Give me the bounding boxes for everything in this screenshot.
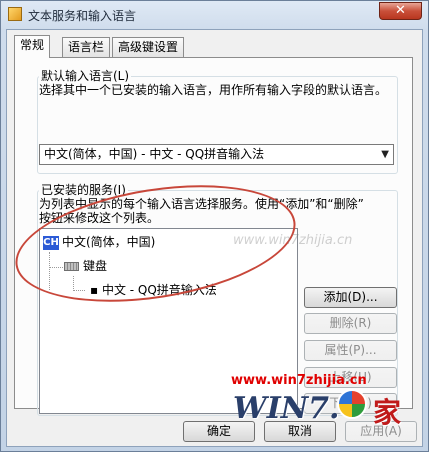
tree-item-keyboard[interactable]: 键盘 — [64, 258, 107, 274]
default-language-selected: 中文(简体，中国) - 中文 - QQ拼音输入法 — [44, 147, 265, 161]
app-icon — [8, 7, 22, 21]
tree-line — [49, 267, 63, 268]
chevron-down-icon: ▼ — [381, 149, 389, 160]
add-button[interactable]: 添加(D)... — [304, 287, 397, 308]
tree-item-service-label: 中文 - QQ拼音输入法 — [101, 283, 217, 297]
keyboard-icon — [64, 262, 79, 271]
close-icon: ✕ — [395, 3, 406, 18]
faint-watermark: www.win7zhijia.cn — [233, 233, 353, 248]
windows-flag-icon — [337, 389, 367, 419]
language-badge-icon: CH — [43, 235, 59, 250]
title-bar[interactable]: 文本服务和输入语言 ✕ — [1, 1, 428, 29]
tab-general[interactable]: 常规 — [14, 35, 51, 58]
tab-advanced-key-settings[interactable]: 高级键设置 — [112, 37, 185, 57]
tab-panel-general: 默认输入语言(L) 选择其中一个已安装的输入语言，用作所有输入字段的默认语言。 … — [14, 57, 413, 416]
tab-language-bar[interactable]: 语言栏 — [62, 37, 111, 57]
installed-services-description-line1: 为列表中显示的每个输入语言选择服务。使用“添加”和“删除” — [39, 197, 364, 211]
tree-item-service[interactable]: ▪ 中文 - QQ拼音输入法 — [90, 282, 217, 298]
watermark-logo-text: WIN7. — [233, 391, 340, 426]
watermark-url: www.win7zhijia.cn — [231, 373, 367, 388]
close-button[interactable]: ✕ — [379, 2, 422, 20]
installed-services-label: 已安装的服务(I) — [39, 181, 128, 198]
window-title: 文本服务和输入语言 — [28, 9, 137, 23]
default-language-dropdown[interactable]: 中文(简体，中国) - 中文 - QQ拼音输入法 ▼ — [39, 144, 394, 165]
properties-button[interactable]: 属性(P)... — [304, 340, 397, 361]
dialog-window: 文本服务和输入语言 ✕ 常规 语言栏 高级键设置 默认输入语言(L) 选择其中一… — [0, 0, 429, 452]
installed-services-description-line2: 按钮来修改这个列表。 — [39, 211, 160, 225]
watermark-logo-home: 家 — [373, 396, 402, 429]
bullet-icon: ▪ — [90, 283, 102, 297]
tree-item-keyboard-label: 键盘 — [83, 259, 108, 273]
tree-item-language[interactable]: CH 中文(简体，中国) — [43, 234, 155, 250]
tree-line — [49, 252, 50, 290]
watermark-logo: WIN7. 家 — [233, 389, 401, 429]
default-language-label: 默认输入语言(L) — [39, 67, 132, 84]
remove-button[interactable]: 删除(R) — [304, 313, 397, 334]
tree-item-language-label: 中文(简体，中国) — [62, 235, 156, 249]
tree-line — [73, 290, 85, 291]
default-language-description: 选择其中一个已安装的输入语言，用作所有输入字段的默认语言。 — [39, 83, 388, 97]
tree-line — [73, 276, 74, 291]
